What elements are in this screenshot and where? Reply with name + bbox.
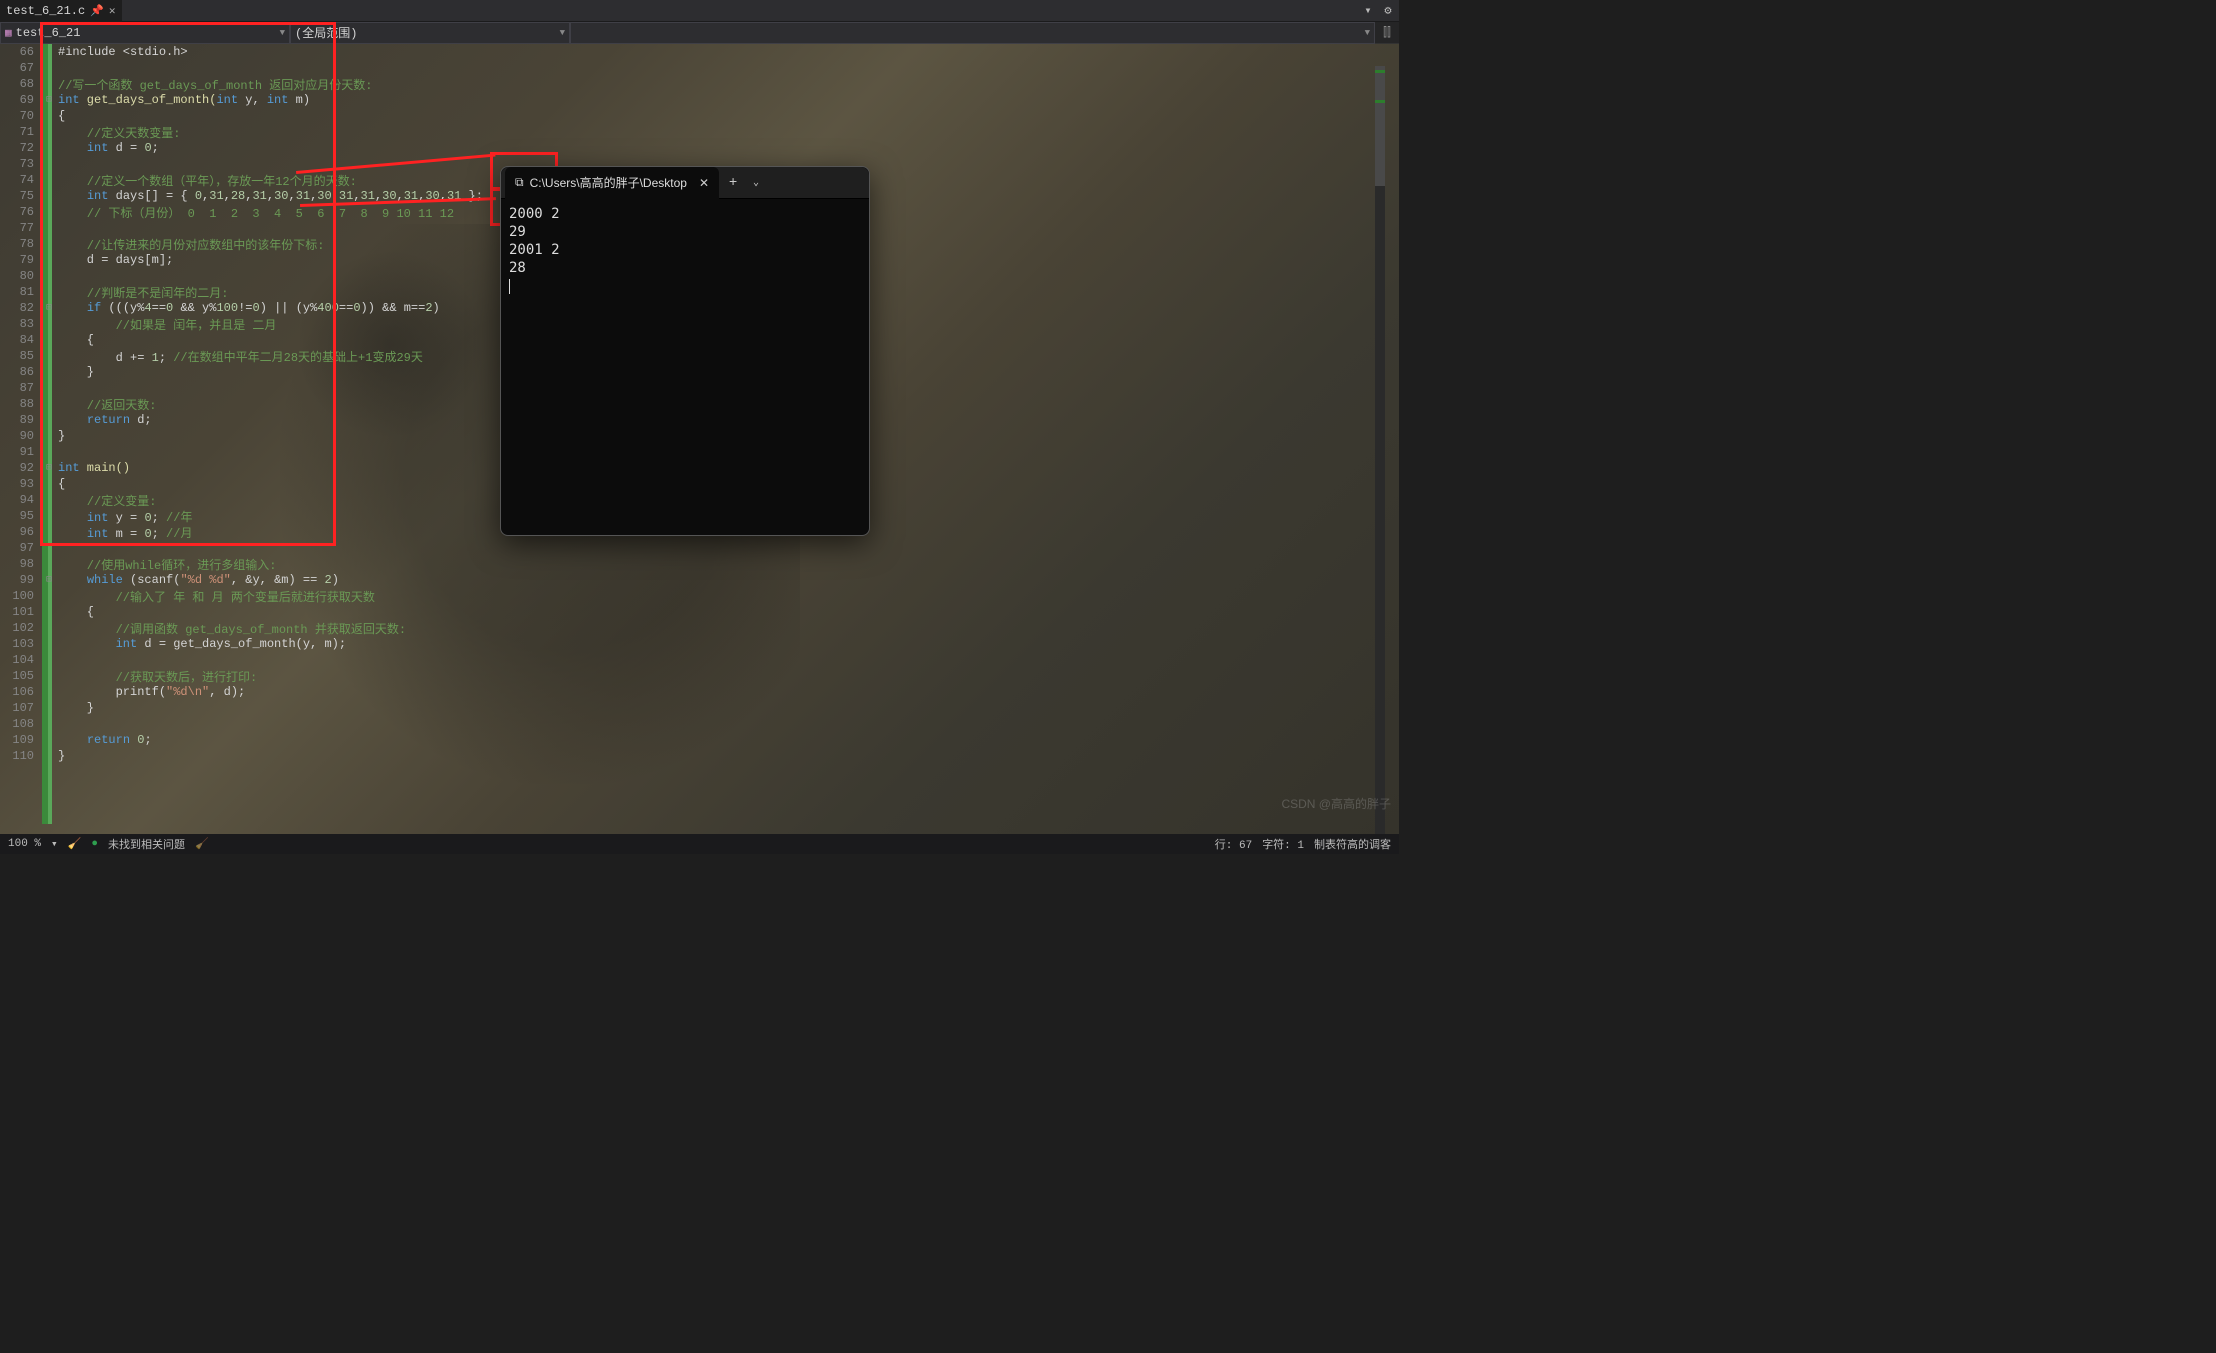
chevron-down-icon[interactable]: ▼ — [280, 28, 285, 38]
crumb-scope-label: (全局范围) — [295, 24, 357, 41]
crumb-file-label: test_6_21 — [16, 26, 81, 40]
crumb-member[interactable]: ▼ — [570, 22, 1375, 44]
zoom-dropdown-icon[interactable]: ▾ — [51, 837, 58, 851]
terminal-tab-close-icon[interactable]: ✕ — [693, 176, 709, 190]
file-icon: ▦ — [5, 26, 12, 40]
watermark: CSDN @高高的胖子 — [1281, 795, 1391, 812]
terminal-title: C:\Users\高高的胖子\Desktop — [530, 174, 687, 191]
char-count[interactable]: 字符: 1 — [1262, 836, 1304, 852]
editor-tabbar: test_6_21.c 📌 ✕ ▾ ⚙ — [0, 0, 1399, 22]
status-mode[interactable]: 制表符高的调客 — [1314, 836, 1391, 852]
split-editor-icon[interactable]: ⫿⫿ — [1375, 26, 1399, 40]
minimap-thumb[interactable] — [1375, 66, 1385, 186]
broom-icon[interactable]: 🧹 — [195, 837, 209, 851]
terminal-window: ⧉ C:\Users\高高的胖子\Desktop ✕ + ⌄ 2000 2 29… — [500, 166, 870, 536]
terminal-tab[interactable]: ⧉ C:\Users\高高的胖子\Desktop ✕ — [505, 167, 719, 199]
terminal-titlebar[interactable]: ⧉ C:\Users\高高的胖子\Desktop ✕ + ⌄ — [501, 167, 869, 199]
gear-icon[interactable]: ⚙ — [1377, 3, 1399, 18]
terminal-output[interactable]: 2000 2 29 2001 2 28 — [501, 199, 869, 301]
crumb-scope[interactable]: (全局范围) ▼ — [290, 22, 570, 44]
crumb-file[interactable]: ▦ test_6_21 ▼ — [0, 22, 290, 44]
file-tab[interactable]: test_6_21.c 📌 ✕ — [0, 0, 122, 22]
minimap-mark — [1375, 70, 1385, 73]
pin-icon[interactable]: 📌 — [90, 4, 104, 18]
broom-icon[interactable]: 🧹 — [68, 837, 82, 851]
terminal-cursor — [509, 279, 510, 294]
tab-close-icon[interactable]: ✕ — [109, 4, 116, 18]
zoom-level[interactable]: 100 % — [8, 838, 41, 850]
dropdown-icon[interactable]: ▾ — [1359, 3, 1377, 18]
check-icon: ● — [91, 838, 98, 850]
status-bar: 100 % ▾ 🧹 ● 未找到相关问题 🧹 行: 67 字符: 1 制表符高的调… — [0, 834, 1399, 854]
issues-label[interactable]: 未找到相关问题 — [108, 836, 185, 852]
terminal-newtab-icon[interactable]: + — [719, 175, 747, 191]
tab-label: test_6_21.c — [6, 4, 85, 18]
breadcrumb: ▦ test_6_21 ▼ (全局范围) ▼ ▼ ⫿⫿ — [0, 22, 1399, 44]
terminal-icon: ⧉ — [515, 175, 524, 190]
chevron-down-icon[interactable]: ▼ — [560, 28, 565, 38]
code-editor[interactable]: 66#include <stdio.h> 67 68//写一个函数 get_da… — [0, 44, 1399, 834]
minimap-mark — [1375, 100, 1385, 103]
terminal-dropdown-icon[interactable]: ⌄ — [747, 177, 765, 189]
chevron-down-icon[interactable]: ▼ — [1365, 28, 1370, 38]
cursor-position[interactable]: 行: 67 — [1215, 836, 1252, 852]
